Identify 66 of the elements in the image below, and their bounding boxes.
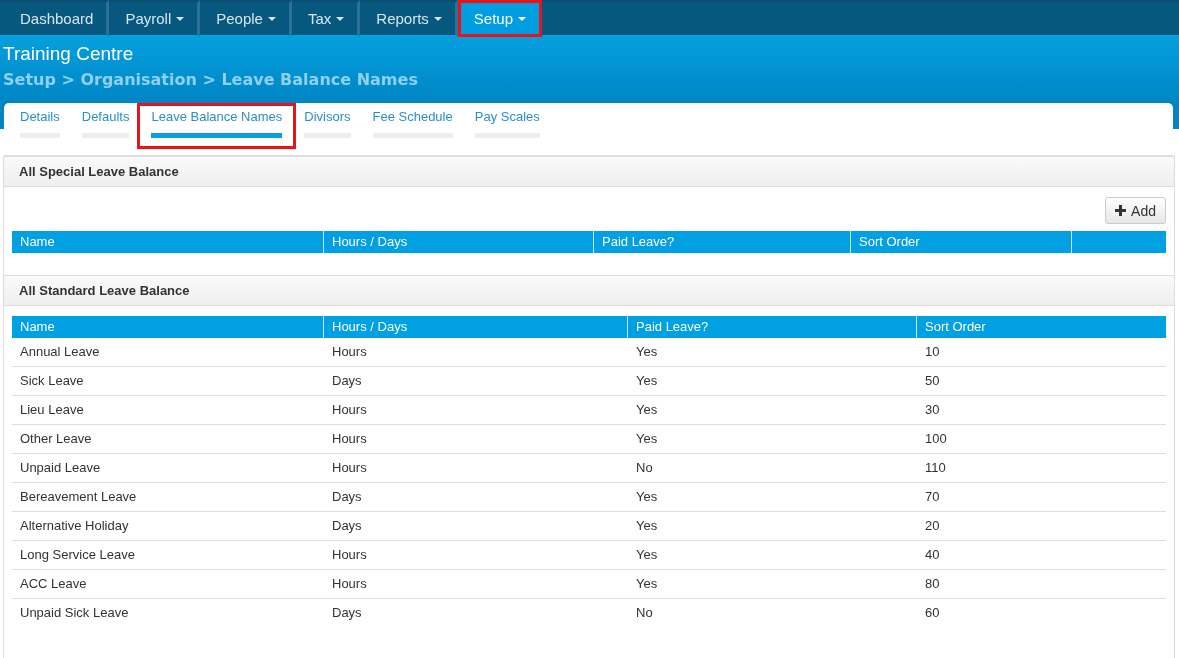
- table-cell-text: Yes: [635, 517, 659, 535]
- tab[interactable]: Pay Scales: [474, 109, 540, 138]
- nav-menu-item[interactable]: Tax: [294, 3, 358, 34]
- nav-menu-item[interactable]: People: [203, 3, 289, 34]
- column-header: Sort Order: [851, 231, 1072, 253]
- table-cell-text: Long Service Leave: [19, 546, 136, 564]
- panel-title: All Special Leave Balance: [19, 164, 179, 179]
- nav-menu-item[interactable]: Reports: [363, 3, 455, 34]
- table-cell-text: Yes: [635, 546, 659, 564]
- table-cell-text: Yes: [635, 430, 659, 448]
- table-cell-text: No: [635, 459, 654, 477]
- tab[interactable]: Leave Balance Names: [151, 109, 283, 138]
- table-cell-text: 40: [924, 546, 941, 564]
- table-cell-text: Days: [331, 488, 363, 506]
- panel-title: All Standard Leave Balance: [19, 283, 190, 298]
- table-cell-text: Alternative Holiday: [19, 517, 130, 535]
- column-header: Paid Leave?: [594, 231, 851, 253]
- column-header: Sort Order: [924, 318, 987, 336]
- table-cell-text: 50: [924, 372, 941, 390]
- table-cell-text: Yes: [635, 343, 659, 361]
- table-cell-text: Unpaid Sick Leave: [19, 604, 130, 622]
- column-header: Hours / Days: [324, 316, 628, 338]
- nav-menu-item[interactable]: Dashboard: [7, 3, 107, 34]
- plus-icon: [1115, 205, 1127, 216]
- table-cell-text: Hours: [331, 546, 368, 564]
- table-cell-text: 60: [924, 604, 941, 622]
- table-cell-text: 110: [924, 459, 947, 477]
- tab[interactable]: Fee Schedule: [372, 109, 453, 138]
- tab[interactable]: Defaults: [81, 109, 130, 138]
- column-header: Name: [12, 231, 324, 253]
- tab[interactable]: Divisors: [304, 109, 351, 138]
- table-cell-text: 30: [924, 401, 941, 419]
- nav-menu-item[interactable]: Payroll: [112, 3, 198, 34]
- table-cell-text: 20: [924, 517, 941, 535]
- nav-menu-item[interactable]: Setup: [460, 3, 540, 34]
- table-cell-text: Yes: [635, 575, 659, 593]
- table-cell-text: Hours: [331, 459, 368, 477]
- table-cell-text: Hours: [331, 575, 368, 593]
- table-cell-text: Lieu Leave: [19, 401, 85, 419]
- table-cell-text: 70: [924, 488, 941, 506]
- table-cell-text: Yes: [635, 372, 659, 390]
- column-header: Hours / Days: [324, 231, 594, 253]
- tab[interactable]: Details: [20, 109, 60, 138]
- table-cell-text: Sick Leave: [19, 372, 85, 390]
- table-cell-text: Days: [331, 372, 363, 390]
- table-cell-text: Annual Leave: [19, 343, 101, 361]
- table-cell-text: Bereavement Leave: [19, 488, 138, 506]
- table-cell-text: Hours: [331, 343, 368, 361]
- breadcrumb: Setup > Organisation > Leave Balance Names: [3, 70, 418, 89]
- table-cell-text: 10: [924, 343, 941, 361]
- table-cell-text: Unpaid Leave: [19, 459, 102, 477]
- table-cell-text: Hours: [331, 401, 368, 419]
- page-title: Training Centre: [3, 43, 134, 65]
- table-cell-text: Days: [331, 604, 363, 622]
- table-cell-text: Yes: [635, 401, 659, 419]
- table-cell-text: Other Leave: [19, 430, 93, 448]
- table-cell-text: Yes: [635, 488, 659, 506]
- table-cell-text: 80: [924, 575, 941, 593]
- table-cell-text: ACC Leave: [19, 575, 88, 593]
- column-header: Paid Leave?: [628, 316, 917, 338]
- table-cell-text: No: [635, 604, 654, 622]
- table-cell-text: Hours: [331, 430, 368, 448]
- table-cell-text: Days: [331, 517, 363, 535]
- column-header: Name: [12, 316, 324, 338]
- table-cell-text: 100: [924, 430, 948, 448]
- add-button[interactable]: Add: [1105, 197, 1166, 224]
